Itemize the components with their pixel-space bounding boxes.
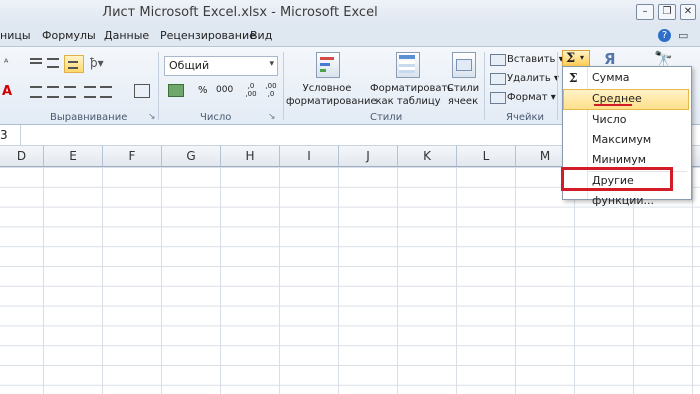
close-button[interactable]: ✕ [680, 4, 696, 20]
conditional-formatting-label-2: форматирование [286, 96, 377, 107]
restore-button[interactable]: ❐ [658, 4, 676, 20]
align-center-icon[interactable] [47, 86, 59, 98]
merge-cells-icon[interactable] [134, 84, 150, 98]
delete-button[interactable]: Удалить ▾ [507, 72, 559, 85]
grid-line [279, 167, 280, 394]
grid-line [574, 167, 575, 394]
group-label-cells: Ячейки [506, 112, 545, 123]
number-format-value: Общий [169, 59, 210, 72]
separator [20, 125, 21, 145]
increase-decimal-button[interactable]: ,0 ,00 [242, 82, 260, 98]
decrease-decimal-button[interactable]: ,00 ,0 [262, 82, 280, 98]
red-box-annotation [561, 167, 673, 191]
format-as-table-label-1: Форматировать [370, 83, 454, 94]
format-label: Формат [507, 92, 548, 103]
align-middle-icon[interactable] [47, 58, 59, 68]
align-top-icon[interactable] [30, 58, 42, 64]
grid-line [692, 167, 693, 394]
separator [283, 52, 284, 120]
grid-line [515, 167, 516, 394]
tab-review[interactable]: Рецензирование [160, 29, 256, 42]
menu-item-label: Среднее [592, 92, 642, 105]
orientation-icon[interactable]: ꝥ▾ [90, 56, 104, 70]
menu-item-max[interactable]: Максимум [562, 130, 690, 150]
delete-cells-icon [490, 73, 506, 85]
menu-item-sum[interactable]: Σ Сумма [562, 68, 690, 88]
menu-item-label: Максимум [592, 133, 652, 146]
column-header[interactable]: H [221, 146, 280, 166]
grid-line [161, 167, 162, 394]
decrease-indent-icon[interactable] [84, 86, 96, 98]
align-bottom-lines [68, 61, 78, 69]
column-header[interactable]: I [280, 146, 339, 166]
sigma-icon: Σ [566, 51, 576, 66]
column-header[interactable]: K [398, 146, 457, 166]
number-format-select[interactable]: Общий ▾ [164, 56, 278, 76]
column-header[interactable]: D [0, 146, 44, 166]
cell-styles-button[interactable]: Стили ячеек [446, 82, 480, 108]
alignment-launcher-icon[interactable]: ↘ [148, 112, 156, 122]
tab-data[interactable]: Данные [104, 29, 149, 42]
cell-styles-label-2: ячеек [447, 96, 479, 107]
ribbon-restore-icon[interactable]: ▭ [678, 29, 688, 42]
font-color-icon[interactable]: A [2, 84, 12, 99]
cell-styles-icon[interactable] [452, 52, 476, 78]
separator [557, 52, 558, 120]
grid-line [102, 167, 103, 394]
tab-page-layout[interactable]: ницы [0, 29, 31, 42]
number-launcher-icon[interactable]: ↘ [268, 112, 276, 122]
grid-line [43, 167, 44, 394]
align-right-icon[interactable] [64, 86, 76, 98]
tab-view[interactable]: Вид [250, 29, 272, 42]
window-title: Лист Microsoft Excel.xlsx - Microsoft Ex… [102, 5, 378, 20]
group-label-number: Число [200, 112, 232, 123]
align-left-icon[interactable] [30, 86, 42, 98]
chevron-down-icon: ▾ [269, 59, 274, 69]
sigma-icon: Σ [569, 71, 578, 85]
red-underline-annotation [594, 104, 632, 106]
group-label-alignment: Выравнивание [50, 112, 128, 123]
format-cells-icon [490, 92, 506, 104]
conditional-formatting-icon[interactable] [316, 52, 340, 78]
separator [158, 52, 159, 120]
insert-cells-icon [490, 54, 506, 66]
font-size-up-icon[interactable]: ᴬ [4, 58, 8, 69]
chevron-down-icon: ▾ [580, 53, 585, 62]
tab-formulas[interactable]: Формулы [42, 29, 96, 42]
column-header[interactable]: G [162, 146, 221, 166]
menu-item-label: Число [592, 113, 627, 126]
format-as-table-button[interactable]: Форматировать как таблицу [370, 82, 454, 108]
currency-format-icon[interactable] [168, 84, 184, 97]
format-as-table-label-2: как таблицу [375, 96, 441, 107]
menu-item-average[interactable]: Среднее [562, 89, 690, 109]
grid-line [456, 167, 457, 394]
group-label-styles: Стили [370, 112, 403, 123]
column-header[interactable]: F [103, 146, 162, 166]
title-bar: Лист Microsoft Excel.xlsx - Microsoft Ex… [0, 0, 700, 26]
delete-label: Удалить [507, 73, 551, 84]
insert-button[interactable]: Вставить ▾ [507, 53, 564, 66]
grid-line [397, 167, 398, 394]
conditional-formatting-button[interactable]: Условное форматирование [286, 82, 377, 108]
column-header[interactable]: J [339, 146, 398, 166]
format-as-table-icon[interactable] [396, 52, 420, 78]
column-header[interactable]: E [44, 146, 103, 166]
column-header[interactable]: L [457, 146, 516, 166]
name-box[interactable]: 3 [0, 128, 8, 142]
ribbon-tabs: ницы Формулы Данные Рецензирование Вид ?… [0, 26, 700, 47]
menu-item-label: Сумма [592, 71, 630, 84]
cell-styles-label-1: Стили [446, 83, 480, 94]
grid-line [220, 167, 221, 394]
insert-label: Вставить [507, 54, 556, 65]
format-button[interactable]: Формат ▾ [507, 91, 556, 104]
menu-item-count[interactable]: Число [562, 110, 690, 130]
thousands-button[interactable]: 000 [216, 84, 233, 97]
help-icon[interactable]: ? [658, 29, 671, 42]
minimize-button[interactable]: – [636, 4, 654, 20]
conditional-formatting-label-1: Условное [302, 83, 352, 94]
increase-indent-icon[interactable] [100, 86, 112, 98]
grid-line [338, 167, 339, 394]
percent-button[interactable]: % [198, 84, 208, 97]
separator [484, 52, 485, 120]
